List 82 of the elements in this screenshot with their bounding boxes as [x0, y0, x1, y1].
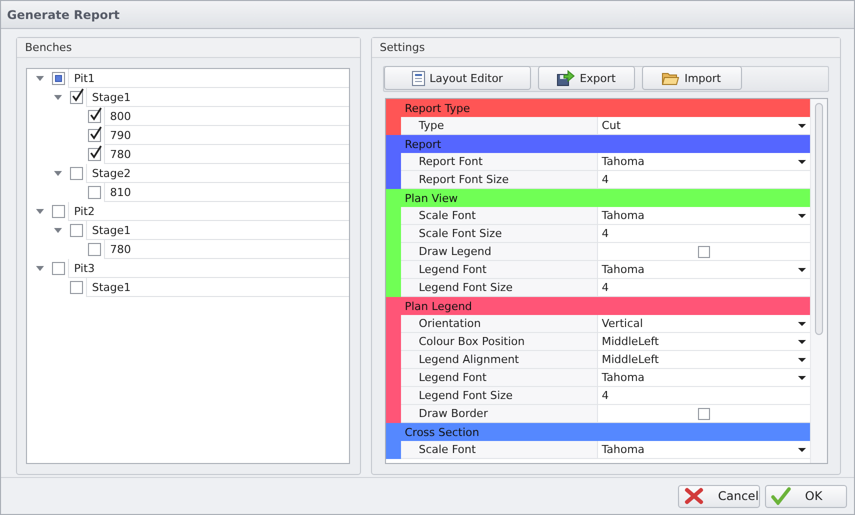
- toolbar-button[interactable]: Import: [642, 66, 742, 90]
- expand-arrow-icon[interactable]: [36, 209, 44, 214]
- property-name: Draw Border: [400, 405, 598, 422]
- check-icon: [771, 487, 791, 505]
- dropdown-arrow-icon: [798, 268, 806, 272]
- property-name: Legend Font Size: [400, 387, 598, 404]
- tree-item[interactable]: 780: [104, 240, 349, 259]
- checkbox[interactable]: [70, 224, 83, 237]
- checkbox[interactable]: [88, 186, 101, 199]
- expand-arrow-icon[interactable]: [54, 95, 62, 100]
- value-field[interactable]: 4: [602, 389, 806, 402]
- checkbox[interactable]: [70, 281, 83, 294]
- tree-item[interactable]: 810: [104, 183, 349, 202]
- checkbox[interactable]: [52, 72, 65, 85]
- checkbox[interactable]: [698, 246, 710, 258]
- property-name: Scale Font: [400, 207, 598, 224]
- toolbar-button[interactable]: Export: [538, 66, 635, 90]
- dropdown-field[interactable]: Cut: [598, 117, 810, 134]
- tree-item[interactable]: 780: [104, 145, 349, 164]
- checkbox[interactable]: [698, 408, 710, 420]
- expand-arrow-icon[interactable]: [54, 228, 62, 233]
- dropdown-arrow-icon: [798, 358, 806, 362]
- tree-item[interactable]: Stage1: [86, 278, 349, 297]
- value-field[interactable]: 4: [602, 281, 806, 294]
- close-icon: [684, 487, 704, 505]
- tree-item[interactable]: Stage1: [86, 221, 349, 240]
- dropdown-arrow-icon: [798, 124, 806, 128]
- document-icon: [412, 70, 424, 86]
- dropdown-arrow-icon: [798, 376, 806, 380]
- property-name: Orientation: [400, 315, 598, 332]
- tree-item[interactable]: Pit3: [68, 259, 349, 278]
- property-name: Legend Font: [400, 369, 598, 386]
- dropdown-arrow-icon: [798, 322, 806, 326]
- dropdown-arrow-icon: [798, 160, 806, 164]
- dropdown-field[interactable]: Tahoma: [598, 153, 810, 170]
- property-name: Colour Box Position: [400, 333, 598, 350]
- dropdown-field[interactable]: Tahoma: [598, 207, 810, 224]
- checkbox[interactable]: [88, 148, 101, 161]
- folder-icon: [662, 72, 680, 84]
- property-name: Scale Font: [400, 441, 598, 458]
- dropdown-field[interactable]: MiddleLeft: [598, 351, 810, 368]
- toolbar-button[interactable]: Layout Editor: [384, 66, 531, 90]
- tree-item[interactable]: Stage2: [86, 164, 349, 183]
- checkbox[interactable]: [70, 167, 83, 180]
- property-name: Legend Font: [400, 261, 598, 278]
- window-title: Generate Report: [7, 8, 120, 22]
- panel-title: Benches: [25, 41, 72, 54]
- dropdown-arrow-icon: [798, 448, 806, 452]
- property-name: Scale Font Size: [400, 225, 598, 242]
- checkbox[interactable]: [52, 205, 65, 218]
- property-name: Report Font: [400, 153, 598, 170]
- dropdown-field[interactable]: Tahoma: [598, 441, 810, 458]
- save-export-icon: [556, 70, 575, 86]
- dropdown-field[interactable]: Vertical: [598, 315, 810, 332]
- dropdown-field[interactable]: Tahoma: [598, 261, 810, 278]
- panel-title: Settings: [380, 41, 425, 54]
- property-name: Legend Font Size: [400, 279, 598, 296]
- checkbox[interactable]: [52, 262, 65, 275]
- dropdown-field[interactable]: MiddleLeft: [598, 333, 810, 350]
- dropdown-arrow-icon: [798, 340, 806, 344]
- expand-arrow-icon[interactable]: [36, 266, 44, 271]
- checkbox[interactable]: [88, 110, 101, 123]
- tree-item[interactable]: 790: [104, 126, 349, 145]
- value-field[interactable]: 4: [602, 227, 806, 240]
- tree-item[interactable]: Stage1: [86, 88, 349, 107]
- property-name: Report Font Size: [400, 171, 598, 188]
- ok-button[interactable]: OK: [765, 484, 847, 508]
- tree-item[interactable]: Pit1: [68, 69, 349, 88]
- expand-arrow-icon[interactable]: [36, 76, 44, 81]
- checkbox[interactable]: [88, 243, 101, 256]
- expand-arrow-icon[interactable]: [54, 171, 62, 176]
- property-name: Legend Alignment: [400, 351, 598, 368]
- property-name: Draw Legend: [400, 243, 598, 260]
- checkbox[interactable]: [70, 91, 83, 104]
- tree-item[interactable]: 800: [104, 107, 349, 126]
- dropdown-arrow-icon: [798, 214, 806, 218]
- tree-item[interactable]: Pit2: [68, 202, 349, 221]
- cancel-button[interactable]: Cancel: [678, 484, 760, 508]
- checkbox[interactable]: [88, 129, 101, 142]
- dropdown-field[interactable]: Tahoma: [598, 369, 810, 386]
- property-name: Type: [400, 117, 598, 134]
- value-field[interactable]: 4: [602, 173, 806, 186]
